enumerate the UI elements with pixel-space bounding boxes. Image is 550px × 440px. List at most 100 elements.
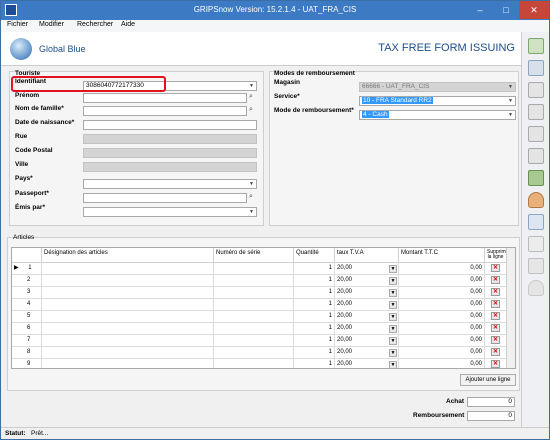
table-row[interactable]: 3 1 20,00 ▼ 0,00 ✕ — [12, 287, 515, 299]
emis-select[interactable]: ▼ — [83, 207, 257, 217]
menu-modifier[interactable]: Modifier — [39, 21, 64, 28]
montant-cell[interactable]: 0,00 — [399, 263, 485, 275]
delete-row-icon[interactable]: ✕ — [491, 276, 500, 284]
search-document-icon[interactable] — [528, 214, 544, 230]
mode-dropdown-icon[interactable]: ▼ — [506, 111, 515, 119]
tva-cell[interactable]: 20,00 ▼ — [335, 263, 399, 275]
montant-cell[interactable]: 0,00 — [399, 359, 485, 368]
mode-select[interactable]: 4 - Cash ▼ — [359, 110, 516, 120]
delete-row-icon[interactable]: ✕ — [491, 336, 500, 344]
nom-search-icon[interactable]: ⌕ — [249, 106, 257, 114]
tva-cell[interactable]: 20,00 ▼ — [335, 323, 399, 335]
designation-cell[interactable] — [42, 263, 214, 275]
tva-dropdown-icon[interactable]: ▼ — [389, 361, 397, 368]
designation-cell[interactable] — [42, 287, 214, 299]
tva-cell[interactable]: 20,00 ▼ — [335, 287, 399, 299]
quantite-cell[interactable]: 1 — [294, 323, 335, 335]
serie-cell[interactable] — [214, 335, 294, 347]
table-row[interactable]: 5 1 20,00 ▼ 0,00 ✕ — [12, 311, 515, 323]
designation-cell[interactable] — [42, 275, 214, 287]
tva-dropdown-icon[interactable]: ▼ — [389, 337, 397, 345]
serie-cell[interactable] — [214, 347, 294, 359]
export-icon[interactable] — [528, 258, 544, 274]
refresh-icon[interactable] — [528, 236, 544, 252]
table-row[interactable]: ▶ 1 1 20,00 ▼ 0,00 ✕ — [12, 263, 515, 275]
table-row[interactable]: 7 1 20,00 ▼ 0,00 ✕ — [12, 335, 515, 347]
copy-icon[interactable] — [528, 126, 544, 142]
delete-row-icon[interactable]: ✕ — [491, 348, 500, 356]
service-select[interactable]: 10 - FRA Standard RR2 ▼ — [359, 96, 516, 106]
serie-cell[interactable] — [214, 359, 294, 368]
pays-dropdown-icon[interactable]: ▼ — [247, 180, 256, 188]
service-dropdown-icon[interactable]: ▼ — [506, 97, 515, 105]
emis-dropdown-icon[interactable]: ▼ — [247, 208, 256, 216]
quantite-cell[interactable]: 1 — [294, 287, 335, 299]
quantite-cell[interactable]: 1 — [294, 359, 335, 368]
tva-cell[interactable]: 20,00 ▼ — [335, 335, 399, 347]
passeport-field[interactable] — [83, 193, 247, 203]
serie-cell[interactable] — [214, 287, 294, 299]
new-form-icon[interactable] — [528, 38, 544, 54]
document-icon[interactable] — [528, 148, 544, 164]
quantite-cell[interactable]: 1 — [294, 347, 335, 359]
tva-cell[interactable]: 20,00 ▼ — [335, 275, 399, 287]
table-row[interactable]: 8 1 20,00 ▼ 0,00 ✕ — [12, 347, 515, 359]
serie-cell[interactable] — [214, 323, 294, 335]
designation-cell[interactable] — [42, 299, 214, 311]
quantite-cell[interactable]: 1 — [294, 335, 335, 347]
user-icon[interactable] — [528, 192, 544, 208]
designation-cell[interactable] — [42, 311, 214, 323]
tva-dropdown-icon[interactable]: ▼ — [389, 277, 397, 285]
prenom-field[interactable] — [83, 93, 247, 103]
identifiant-dropdown-icon[interactable]: ▼ — [247, 82, 256, 90]
serie-cell[interactable] — [214, 299, 294, 311]
quantite-cell[interactable]: 1 — [294, 311, 335, 323]
quantite-cell[interactable]: 1 — [294, 263, 335, 275]
open-form-icon[interactable] — [528, 82, 544, 98]
serie-cell[interactable] — [214, 311, 294, 323]
tva-dropdown-icon[interactable]: ▼ — [389, 301, 397, 309]
montant-cell[interactable]: 0,00 — [399, 311, 485, 323]
montant-cell[interactable]: 0,00 — [399, 323, 485, 335]
menu-rechercher[interactable]: Rechercher — [77, 21, 113, 28]
tva-dropdown-icon[interactable]: ▼ — [389, 325, 397, 333]
quantite-cell[interactable]: 1 — [294, 299, 335, 311]
prenom-search-icon[interactable]: ⌕ — [249, 93, 257, 101]
tva-cell[interactable]: 20,00 ▼ — [335, 347, 399, 359]
tva-cell[interactable]: 20,00 ▼ — [335, 359, 399, 368]
designation-cell[interactable] — [42, 347, 214, 359]
tva-cell[interactable]: 20,00 ▼ — [335, 311, 399, 323]
montant-cell[interactable]: 0,00 — [399, 299, 485, 311]
delete-row-icon[interactable]: ✕ — [491, 312, 500, 320]
tva-dropdown-icon[interactable]: ▼ — [389, 289, 397, 297]
serie-cell[interactable] — [214, 263, 294, 275]
edit-form-icon[interactable] — [528, 60, 544, 76]
delete-row-icon[interactable]: ✕ — [491, 288, 500, 296]
table-row[interactable]: 9 1 20,00 ▼ 0,00 ✕ — [12, 359, 515, 368]
pays-select[interactable]: ▼ — [83, 179, 257, 189]
delete-row-icon[interactable]: ✕ — [491, 264, 500, 272]
tva-dropdown-icon[interactable]: ▼ — [389, 313, 397, 321]
print-icon[interactable] — [528, 104, 544, 120]
tva-dropdown-icon[interactable]: ▼ — [389, 265, 397, 273]
delete-row-icon[interactable]: ✕ — [491, 324, 500, 332]
montant-cell[interactable]: 0,00 — [399, 287, 485, 299]
money-icon[interactable] — [528, 170, 544, 186]
delete-row-icon[interactable]: ✕ — [491, 360, 500, 368]
serie-cell[interactable] — [214, 275, 294, 287]
montant-cell[interactable]: 0,00 — [399, 347, 485, 359]
tva-dropdown-icon[interactable]: ▼ — [389, 349, 397, 357]
designation-cell[interactable] — [42, 359, 214, 368]
passeport-search-icon[interactable]: ⌕ — [249, 193, 257, 201]
quantite-cell[interactable]: 1 — [294, 275, 335, 287]
delete-row-icon[interactable]: ✕ — [491, 300, 500, 308]
montant-cell[interactable]: 0,00 — [399, 335, 485, 347]
maximize-button[interactable]: □ — [493, 1, 519, 19]
table-scrollbar[interactable] — [506, 248, 515, 368]
designation-cell[interactable] — [42, 335, 214, 347]
table-row[interactable]: 2 1 20,00 ▼ 0,00 ✕ — [12, 275, 515, 287]
naissance-field[interactable] — [83, 120, 257, 130]
montant-cell[interactable]: 0,00 — [399, 275, 485, 287]
designation-cell[interactable] — [42, 323, 214, 335]
close-button[interactable]: ✕ — [519, 1, 549, 19]
